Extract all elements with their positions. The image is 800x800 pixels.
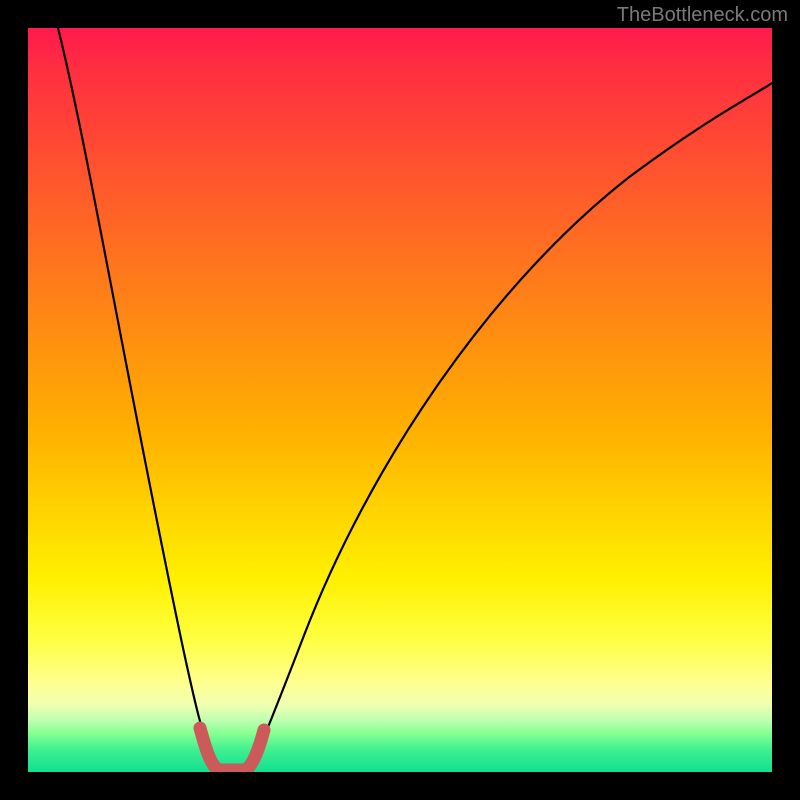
bottleneck-curve-path <box>58 28 772 770</box>
chart-svg <box>28 28 772 772</box>
optimal-region-marker <box>200 728 264 770</box>
chart-plot-area <box>28 28 772 772</box>
watermark-text: TheBottleneck.com <box>617 4 788 27</box>
